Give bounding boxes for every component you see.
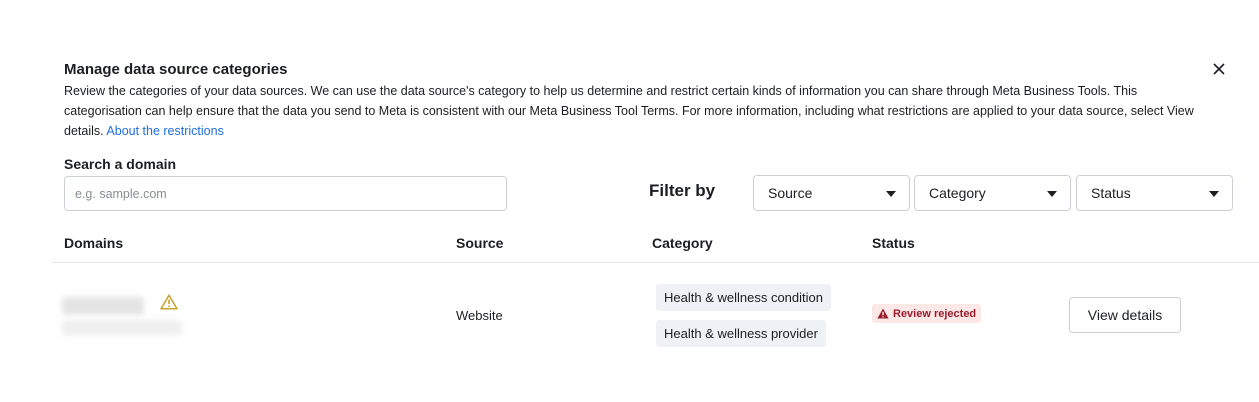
- status-badge: Review rejected: [872, 304, 982, 323]
- source-filter-dropdown[interactable]: Source: [753, 175, 910, 211]
- category-filter-dropdown[interactable]: Category: [914, 175, 1071, 211]
- close-icon[interactable]: [1209, 59, 1229, 79]
- search-label: Search a domain: [64, 156, 177, 172]
- caret-down-icon: [1047, 191, 1057, 197]
- column-header-category: Category: [652, 235, 713, 251]
- category-tag: Health & wellness condition: [656, 284, 831, 311]
- status-filter-dropdown[interactable]: Status: [1076, 175, 1233, 211]
- column-header-status: Status: [872, 235, 915, 251]
- warning-icon[interactable]: [160, 294, 178, 310]
- source-cell: Website: [456, 308, 503, 323]
- redacted-domain-secondary: [62, 320, 182, 335]
- source-filter-label: Source: [768, 185, 813, 201]
- view-details-button[interactable]: View details: [1069, 297, 1181, 333]
- column-header-domains: Domains: [64, 235, 124, 251]
- about-restrictions-link[interactable]: About the restrictions: [106, 124, 223, 138]
- category-tag: Health & wellness provider: [656, 320, 826, 347]
- dialog-description: Review the categories of your data sourc…: [64, 81, 1204, 141]
- dialog-title: Manage data source categories: [64, 61, 288, 78]
- redacted-domain: [62, 297, 144, 315]
- filter-label: Filter by: [649, 181, 716, 200]
- status-filter-label: Status: [1091, 185, 1131, 201]
- description-text: Review the categories of your data sourc…: [64, 84, 1194, 138]
- caret-down-icon: [1209, 191, 1219, 197]
- caret-down-icon: [886, 191, 896, 197]
- status-text: Review rejected: [893, 307, 977, 320]
- manage-categories-dialog: Manage data source categories Review the…: [0, 0, 1259, 402]
- category-filter-label: Category: [929, 185, 986, 201]
- search-input[interactable]: [64, 176, 507, 211]
- column-header-source: Source: [456, 235, 504, 251]
- alert-icon: [877, 308, 889, 319]
- table-row: Website Health & wellness condition Heal…: [52, 263, 1259, 363]
